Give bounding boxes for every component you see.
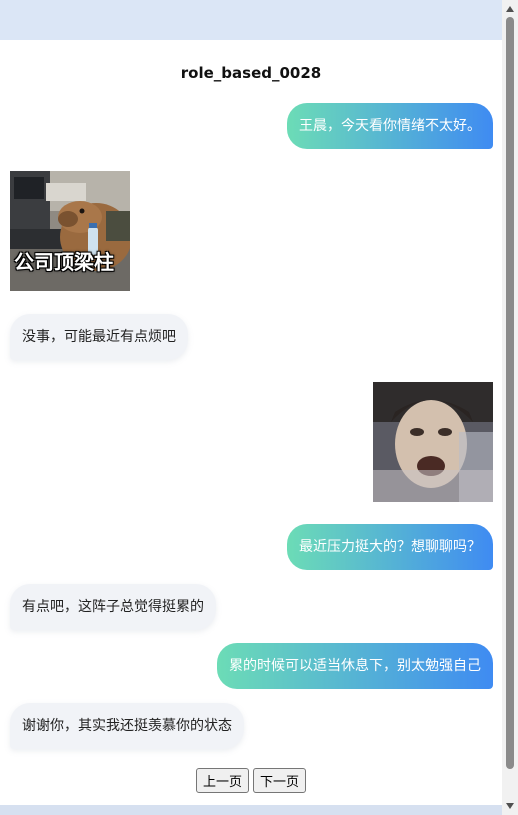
scrollbar-thumb[interactable] <box>506 17 514 769</box>
crying-face-sticker-image <box>373 382 493 502</box>
chat-title: role_based_0028 <box>180 64 322 82</box>
crying-face-sticker <box>373 382 493 502</box>
message-bubble-other: 谢谢你，其实我还挺羡慕你的状态 <box>10 703 244 749</box>
message-bubble-me: 最近压力挺大的？想聊聊吗？ <box>287 524 493 570</box>
scroll-up-arrow-icon[interactable] <box>506 6 514 12</box>
chat-card: role_based_0028 王晨，今天看你情绪不太好。 公司顶梁柱 没事，可… <box>0 40 502 805</box>
message-bubble-me: 累的时候可以适当休息下，别太勉强自己 <box>217 643 493 689</box>
prev-page-button[interactable]: 上一页 <box>195 768 249 793</box>
sticker-caption: 公司顶梁柱 <box>14 250 114 274</box>
pagination: 上一页 下一页 <box>0 768 502 793</box>
message-bubble-me: 王晨，今天看你情绪不太好。 <box>287 103 493 149</box>
message-bubble-other: 有点吧，这阵子总觉得挺累的 <box>10 584 216 630</box>
vertical-scrollbar[interactable] <box>502 0 518 815</box>
next-page-button[interactable]: 下一页 <box>253 768 307 793</box>
scroll-down-arrow-icon[interactable] <box>506 803 514 809</box>
message-bubble-other: 没事，可能最近有点烦吧 <box>10 314 188 360</box>
capybara-office-sticker: 公司顶梁柱 <box>10 171 130 291</box>
